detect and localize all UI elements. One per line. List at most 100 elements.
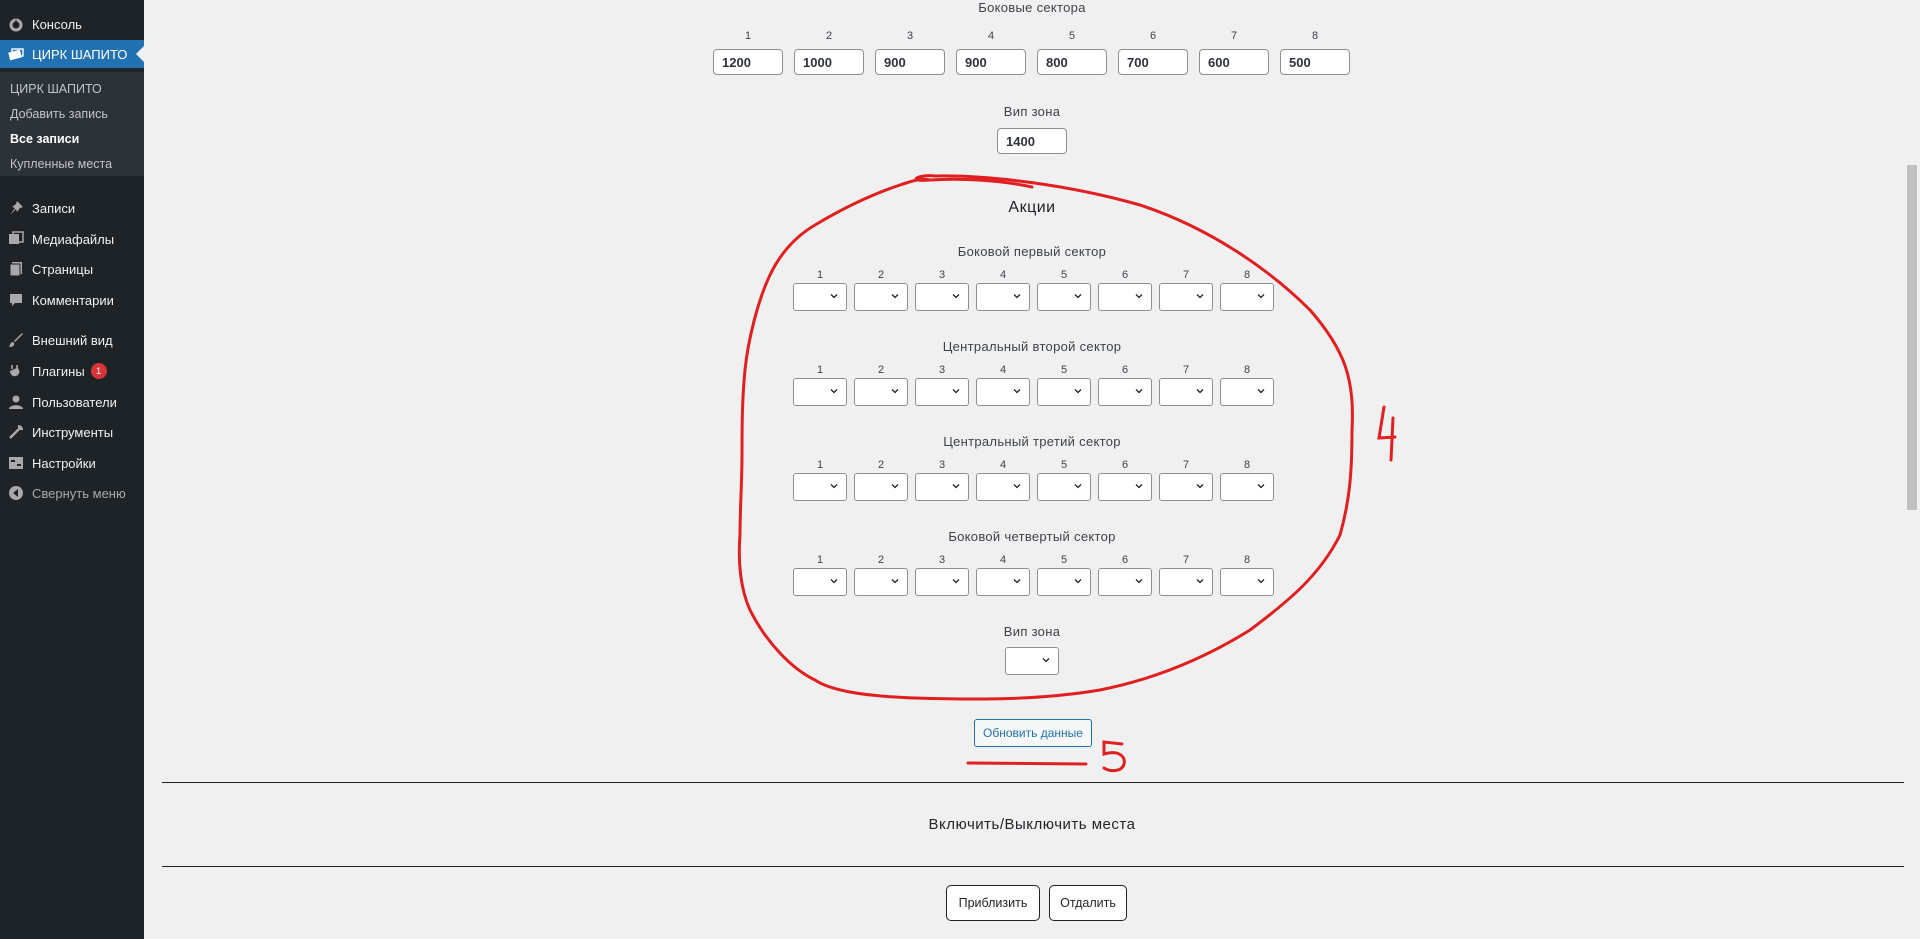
- promotion-column-number: 8: [1243, 269, 1251, 281]
- promotion-column-number: 8: [1243, 459, 1251, 471]
- chevron-down-icon: [952, 389, 960, 394]
- sector-4-title: Боковой четвертый сектор: [948, 529, 1116, 544]
- promotion-column-number: 3: [938, 459, 946, 471]
- promotion-select[interactable]: [1037, 283, 1091, 311]
- promotion-select[interactable]: [1037, 378, 1091, 406]
- menu-item-tools[interactable]: Инструменты: [0, 418, 144, 446]
- promotion-select[interactable]: [1159, 378, 1213, 406]
- submenu-item-all-posts[interactable]: Все записи: [10, 132, 79, 146]
- side-sector-price-input[interactable]: 900: [956, 49, 1026, 75]
- promotion-select[interactable]: [1098, 283, 1152, 311]
- side-sector-price-input[interactable]: 700: [1118, 49, 1188, 75]
- promotion-select[interactable]: [976, 568, 1030, 596]
- submenu-item-add-post[interactable]: Добавить запись: [10, 107, 108, 121]
- submenu-item-purchased-seats[interactable]: Купленные места: [10, 157, 112, 171]
- side-sector-price-input[interactable]: 800: [1037, 49, 1107, 75]
- promotion-select[interactable]: [915, 568, 969, 596]
- side-sector-price-input[interactable]: 500: [1280, 49, 1350, 75]
- promotion-column-number: 4: [999, 554, 1007, 566]
- promotion-select[interactable]: [1220, 378, 1274, 406]
- promotion-select[interactable]: [1159, 568, 1213, 596]
- promotion-select[interactable]: [1098, 473, 1152, 501]
- update-data-button[interactable]: Обновить данные: [974, 719, 1092, 747]
- promotion-column-number: 8: [1243, 364, 1251, 376]
- promotion-select[interactable]: [1037, 568, 1091, 596]
- menu-item-settings[interactable]: Настройки: [0, 449, 144, 477]
- chevron-down-icon: [1013, 294, 1021, 299]
- menu-item-media[interactable]: Медиафайлы: [0, 225, 144, 253]
- promotion-column-number: 2: [877, 554, 885, 566]
- side-sector-price-input[interactable]: 900: [875, 49, 945, 75]
- promotion-select[interactable]: [1098, 568, 1152, 596]
- chevron-down-icon: [1257, 484, 1265, 489]
- divider: [162, 782, 1904, 783]
- promotion-column-number: 5: [1060, 554, 1068, 566]
- vip-price-input[interactable]: 1400: [997, 128, 1067, 154]
- promotion-select[interactable]: [793, 473, 847, 501]
- promotion-select[interactable]: [793, 568, 847, 596]
- promotion-select[interactable]: [854, 473, 908, 501]
- tickets-icon: [8, 46, 24, 62]
- promotion-column-number: 5: [1060, 364, 1068, 376]
- promotion-select[interactable]: [976, 283, 1030, 311]
- menu-item-plugins[interactable]: Плагины 1: [0, 357, 144, 385]
- menu-item-label: ЦИРК ШАПИТО: [32, 46, 128, 62]
- promotion-column-number: 2: [877, 364, 885, 376]
- price-column-number: 6: [1149, 30, 1157, 42]
- promotion-select[interactable]: [854, 378, 908, 406]
- menu-item-users[interactable]: Пользователи: [0, 388, 144, 416]
- scrollbar[interactable]: [1904, 0, 1920, 939]
- chevron-down-icon: [1196, 389, 1204, 394]
- promotion-select[interactable]: [915, 378, 969, 406]
- promotion-column-number: 3: [938, 269, 946, 281]
- menu-item-circus[interactable]: ЦИРК ШАПИТО: [0, 40, 144, 68]
- side-sector-price-input[interactable]: 1000: [794, 49, 864, 75]
- promotion-column-number: 7: [1182, 364, 1190, 376]
- promotion-column-number: 7: [1182, 269, 1190, 281]
- promotion-column-number: 6: [1121, 269, 1129, 281]
- collapse-menu-button[interactable]: Свернуть меню: [0, 479, 144, 507]
- promotion-select[interactable]: [1220, 473, 1274, 501]
- chevron-down-icon: [891, 484, 899, 489]
- side-sector-price-input[interactable]: 600: [1199, 49, 1269, 75]
- promotion-select[interactable]: [793, 283, 847, 311]
- promotion-select[interactable]: [1159, 283, 1213, 311]
- zoom-out-button[interactable]: Отдалить: [1049, 885, 1127, 921]
- promotion-select[interactable]: [793, 378, 847, 406]
- promotion-select[interactable]: [915, 283, 969, 311]
- zoom-in-button[interactable]: Приблизить: [946, 885, 1040, 921]
- promotion-select[interactable]: [1159, 473, 1213, 501]
- menu-item-appearance[interactable]: Внешний вид: [0, 326, 144, 354]
- scrollbar-thumb[interactable]: [1907, 165, 1917, 510]
- chevron-down-icon: [952, 484, 960, 489]
- promotion-select[interactable]: [1220, 568, 1274, 596]
- chevron-down-icon: [1013, 579, 1021, 584]
- chevron-down-icon: [952, 579, 960, 584]
- divider: [162, 866, 1904, 867]
- users-icon: [8, 394, 24, 410]
- promotion-select[interactable]: [976, 378, 1030, 406]
- promotion-select[interactable]: [854, 568, 908, 596]
- promotion-column-number: 1: [816, 364, 824, 376]
- menu-item-posts[interactable]: Записи: [0, 194, 144, 222]
- chevron-down-icon: [1196, 579, 1204, 584]
- side-sector-price-input[interactable]: 1200: [713, 49, 783, 75]
- menu-item-console[interactable]: Консоль: [0, 10, 144, 38]
- promotion-select[interactable]: [1098, 378, 1152, 406]
- promotion-select[interactable]: [854, 283, 908, 311]
- menu-item-comments[interactable]: Комментарии: [0, 286, 144, 314]
- menu-item-label: Медиафайлы: [32, 231, 115, 247]
- promotion-select[interactable]: [976, 473, 1030, 501]
- chevron-down-icon: [830, 294, 838, 299]
- admin-sidebar: Консоль ЦИРК ШАПИТО ЦИРК ШАПИТО Добавить…: [0, 0, 144, 939]
- promotion-column-number: 2: [877, 459, 885, 471]
- vip-promotion-select[interactable]: [1005, 647, 1059, 675]
- chevron-down-icon: [1257, 389, 1265, 394]
- promotion-select[interactable]: [1037, 473, 1091, 501]
- submenu-item-circus[interactable]: ЦИРК ШАПИТО: [10, 82, 102, 96]
- promotion-select[interactable]: [1220, 283, 1274, 311]
- menu-item-pages[interactable]: Страницы: [0, 255, 144, 283]
- promotion-select[interactable]: [915, 473, 969, 501]
- chevron-down-icon: [891, 389, 899, 394]
- promotion-column-number: 6: [1121, 554, 1129, 566]
